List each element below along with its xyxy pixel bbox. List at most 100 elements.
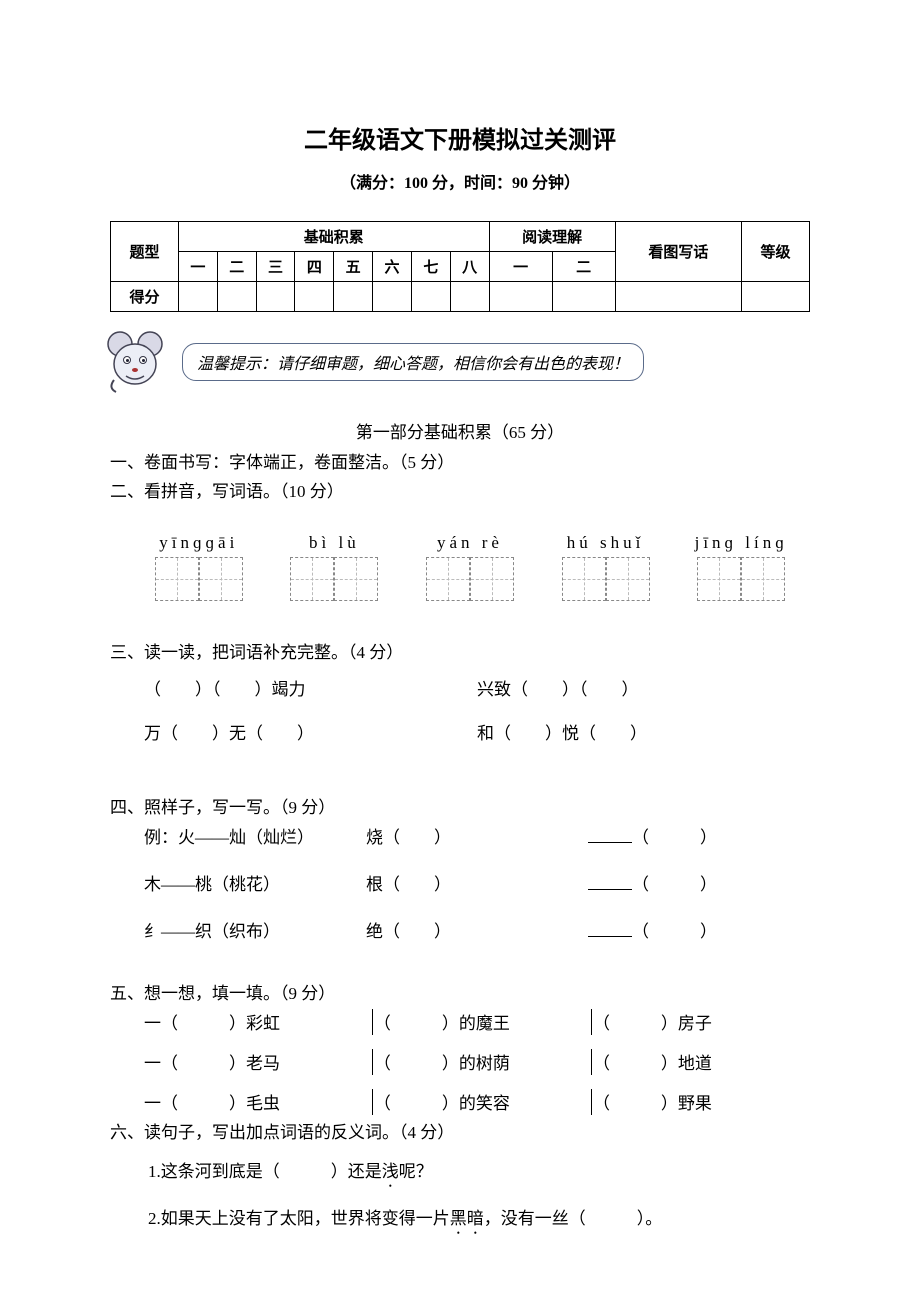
q4-a: 纟——织（织布） <box>144 917 366 942</box>
q6-body: 1.这条河到底是（ ）还是浅呢？ 2.如果天上没有了太阳，世界将变得一片黑暗，没… <box>148 1148 810 1243</box>
answer-boxes[interactable] <box>547 557 665 601</box>
header-grade: 等级 <box>741 222 809 282</box>
score-cell[interactable] <box>334 282 373 312</box>
q3-body: （ ）（ ）竭力 兴致（ ）（ ） 万（ ）无（ ） 和（ ）悦（ ） <box>144 668 810 756</box>
q5-cell: 一（ ）彩虹 <box>144 1009 372 1034</box>
table-row: 得分 <box>111 282 810 312</box>
char-box[interactable] <box>334 557 378 601</box>
pinyin-text: bì lù <box>276 533 394 553</box>
score-cell[interactable] <box>217 282 256 312</box>
q4-b: 烧（ ） <box>366 823 588 848</box>
score-cell[interactable] <box>295 282 334 312</box>
q3-r1a: （ ）（ ）竭力 <box>144 668 477 712</box>
q3-section: 三、读一读，把词语补充完整。（4 分） （ ）（ ）竭力 兴致（ ）（ ） 万（… <box>110 639 810 756</box>
q5-grid: 一（ ）彩虹 （ ）的魔王 （ ）房子 一（ ）老马 （ ）的树荫 （ ）地道 … <box>144 1009 810 1115</box>
q4-b: 绝（ ） <box>366 917 588 942</box>
q1-title: 一、卷面书写：字体端正，卷面整洁。（5 分） <box>110 449 810 478</box>
exam-page: 二年级语文下册模拟过关测评 （满分：100 分，时间：90 分钟） 题型 基础积… <box>0 0 920 1303</box>
pinyin-item: yīnɡɡāi <box>140 533 258 601</box>
q5-cell: （ ）的魔王 <box>374 1009 591 1034</box>
score-table: 题型 基础积累 阅读理解 看图写话 等级 一 二 三 四 五 六 七 八 一 二… <box>110 221 810 312</box>
col-7: 七 <box>411 252 450 282</box>
pinyin-row: yīnɡɡāi bì lù yán rè hú shuǐ <box>140 533 800 601</box>
pinyin-text: jīnɡ línɡ <box>682 533 800 553</box>
score-cell[interactable] <box>552 282 615 312</box>
answer-boxes[interactable] <box>682 557 800 601</box>
q3-title: 三、读一读，把词语补充完整。（4 分） <box>110 639 810 668</box>
q6-line1: 1.这条河到底是（ ）还是浅呢？ <box>148 1148 810 1196</box>
answer-boxes[interactable] <box>140 557 258 601</box>
q6-title: 六、读句子，写出加点词语的反义词。（4 分） <box>110 1119 810 1148</box>
q6-s2-dot: 黑暗 <box>450 1209 484 1228</box>
header-basics: 基础积累 <box>178 222 489 252</box>
row-score-label: 得分 <box>111 282 179 312</box>
score-cell[interactable] <box>256 282 295 312</box>
col-4: 四 <box>295 252 334 282</box>
col-8: 八 <box>450 252 489 282</box>
char-box[interactable] <box>155 557 199 601</box>
char-box[interactable] <box>290 557 334 601</box>
col-3: 三 <box>256 252 295 282</box>
col-r1: 一 <box>489 252 552 282</box>
char-box[interactable] <box>426 557 470 601</box>
q4-title: 四、照样子，写一写。（9 分） <box>110 794 810 823</box>
q5-cell: 一（ ）毛虫 <box>144 1089 372 1114</box>
q4-c: （ ） <box>588 870 810 895</box>
blank-line[interactable] <box>588 826 632 843</box>
pinyin-item: bì lù <box>276 533 394 601</box>
blank-line[interactable] <box>588 920 632 937</box>
tip-bubble: 温馨提示：请仔细审题，细心答题，相信你会有出色的表现！ <box>182 343 644 381</box>
char-box[interactable] <box>606 557 650 601</box>
score-cell[interactable] <box>411 282 450 312</box>
q4-body: 例：火——灿（灿烂） 烧（ ） （ ） 木——桃（桃花） 根（ ） （ ） 纟—… <box>144 823 810 942</box>
pinyin-text: hú shuǐ <box>547 533 665 553</box>
q6-s1-dot: 浅 <box>382 1162 399 1181</box>
q5-cell: 一（ ）老马 <box>144 1049 372 1074</box>
char-box[interactable] <box>562 557 606 601</box>
pinyin-text: yīnɡɡāi <box>140 533 258 553</box>
char-box[interactable] <box>741 557 785 601</box>
q5-cell: （ ）野果 <box>593 1089 810 1114</box>
q5-cell: （ ）的笑容 <box>374 1089 591 1114</box>
score-cell[interactable] <box>178 282 217 312</box>
q5-cell: （ ）房子 <box>593 1009 810 1034</box>
char-box[interactable] <box>199 557 243 601</box>
pinyin-text: yán rè <box>411 533 529 553</box>
q3-r2a: 万（ ）无（ ） <box>144 712 477 756</box>
page-title: 二年级语文下册模拟过关测评 <box>110 120 810 155</box>
q3-r1b: 兴致（ ）（ ） <box>477 668 810 712</box>
pinyin-item: jīnɡ línɡ <box>682 533 800 601</box>
header-writing: 看图写话 <box>615 222 741 282</box>
score-cell[interactable] <box>741 282 809 312</box>
char-box[interactable] <box>470 557 514 601</box>
q3-r2b: 和（ ）悦（ ） <box>477 712 810 756</box>
q4-row: 木——桃（桃花） 根（ ） （ ） <box>144 870 810 895</box>
header-reading: 阅读理解 <box>489 222 615 252</box>
q4-a: 木——桃（桃花） <box>144 870 366 895</box>
mouse-icon <box>102 330 172 394</box>
blank-line[interactable] <box>588 873 632 890</box>
q5-section: 五、想一想，填一填。（9 分） 一（ ）彩虹 （ ）的魔王 （ ）房子 一（ ）… <box>110 980 810 1115</box>
q4-section: 四、照样子，写一写。（9 分） 例：火——灿（灿烂） 烧（ ） （ ） 木——桃… <box>110 794 810 942</box>
score-cell[interactable] <box>450 282 489 312</box>
pinyin-item: yán rè <box>411 533 529 601</box>
answer-boxes[interactable] <box>276 557 394 601</box>
pinyin-item: hú shuǐ <box>547 533 665 601</box>
q6-s2-pre: 2.如果天上没有了太阳，世界将变得一片 <box>148 1209 450 1228</box>
q5-cell: （ ）的树荫 <box>374 1049 591 1074</box>
col-6: 六 <box>373 252 412 282</box>
col-1: 一 <box>178 252 217 282</box>
q4-c: （ ） <box>588 823 810 848</box>
q4-row: 纟——织（织布） 绝（ ） （ ） <box>144 917 810 942</box>
q2-title: 二、看拼音，写词语。（10 分） <box>110 478 810 507</box>
score-cell[interactable] <box>615 282 741 312</box>
q4-b: 根（ ） <box>366 870 588 895</box>
score-cell[interactable] <box>373 282 412 312</box>
q4-c-text: （ ） <box>632 875 717 894</box>
char-box[interactable] <box>697 557 741 601</box>
q5-title: 五、想一想，填一填。（9 分） <box>110 980 810 1009</box>
score-cell[interactable] <box>489 282 552 312</box>
answer-boxes[interactable] <box>411 557 529 601</box>
tip-row: 温馨提示：请仔细审题，细心答题，相信你会有出色的表现！ <box>102 330 810 394</box>
part1-title: 第一部分基础积累（65 分） <box>110 418 810 443</box>
